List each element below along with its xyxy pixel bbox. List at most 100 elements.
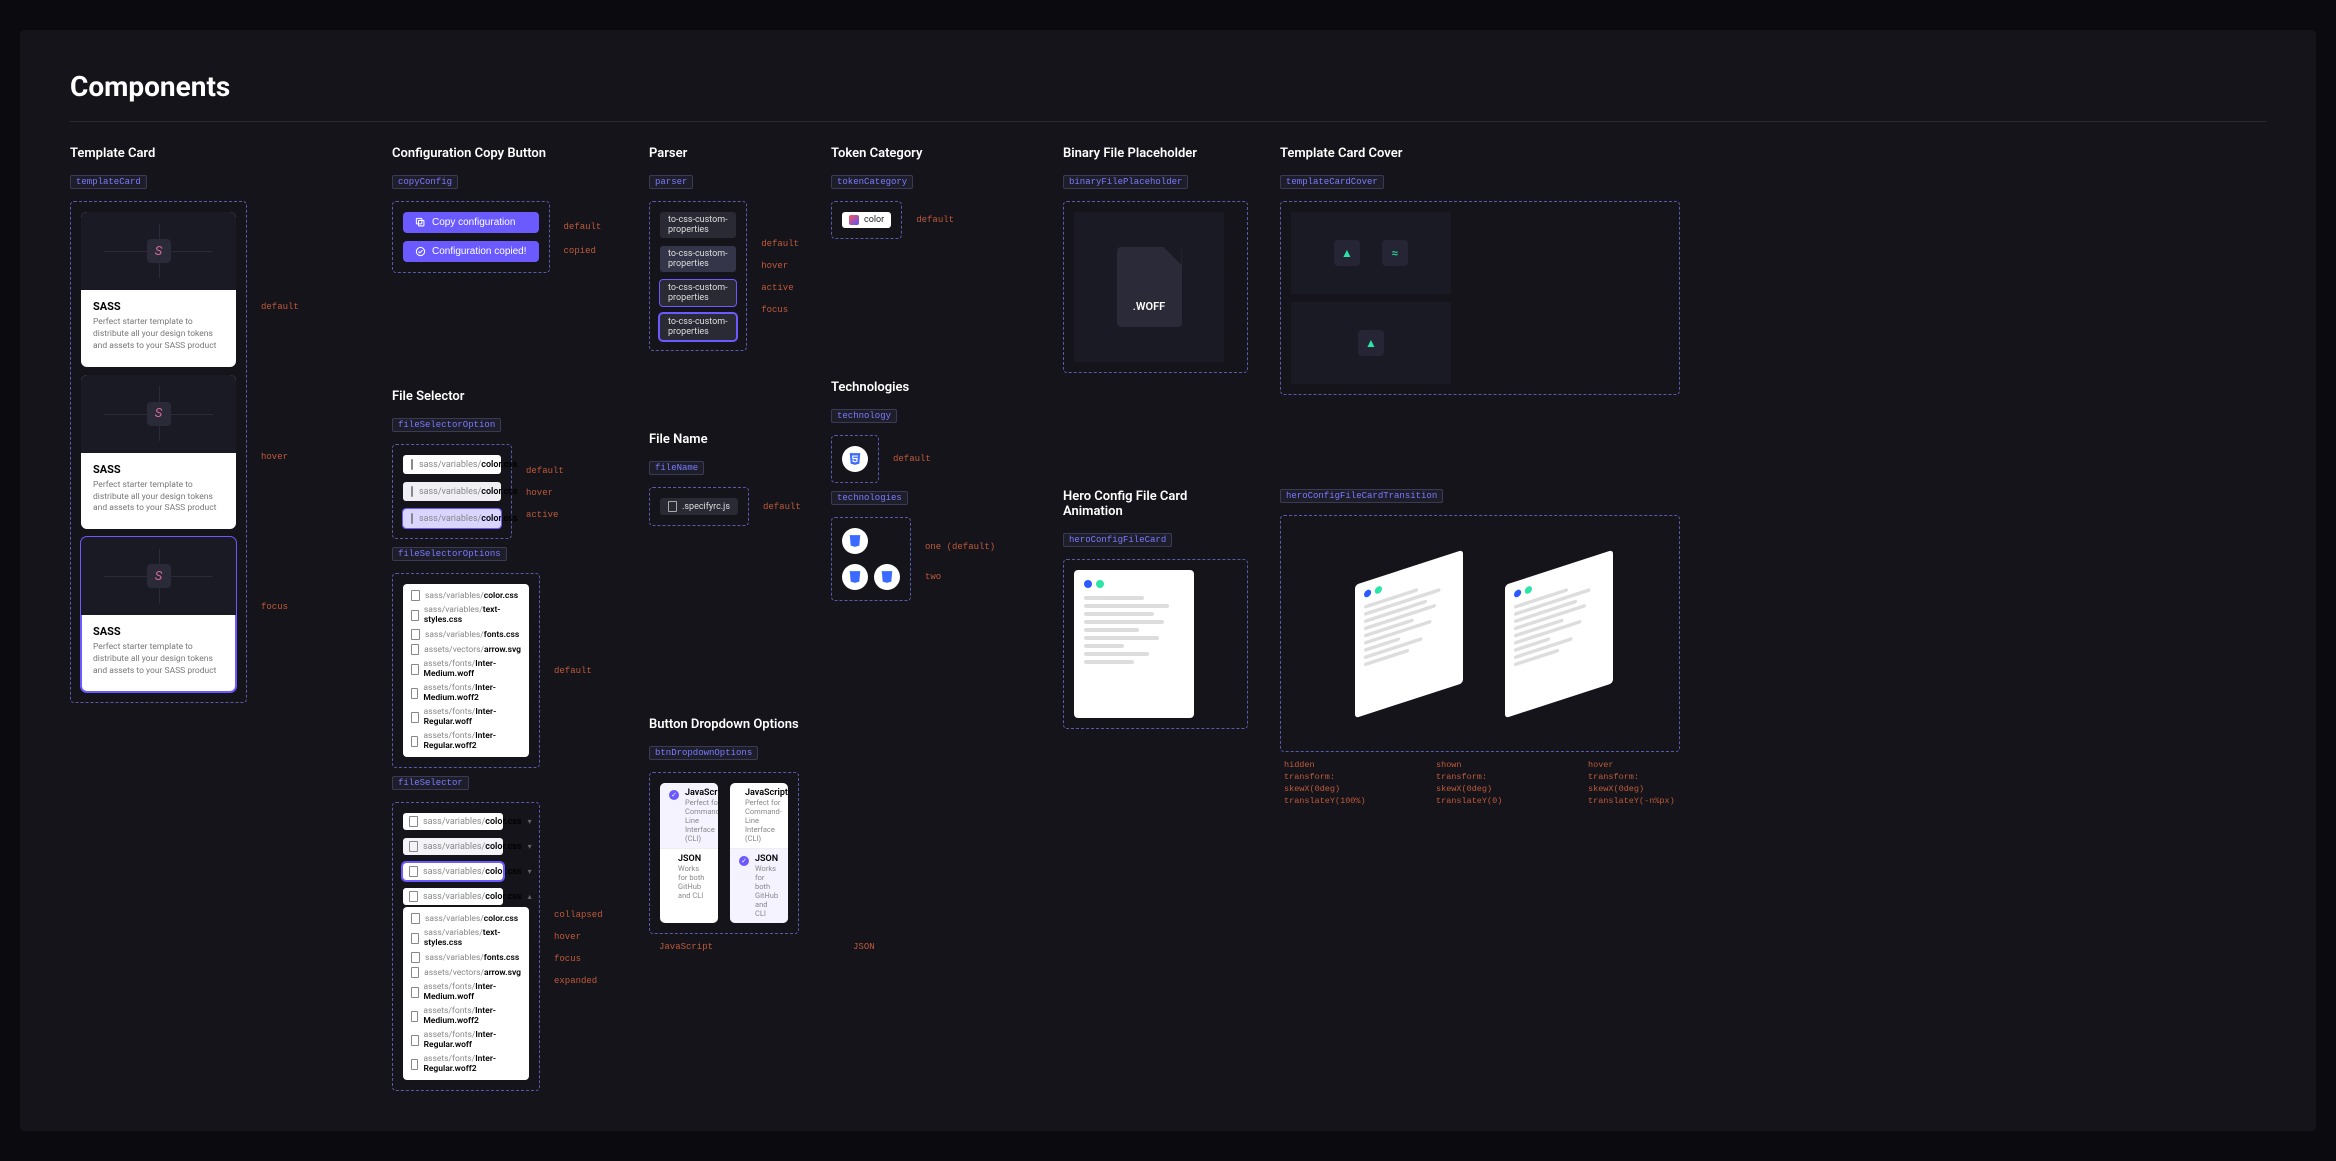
component-tag-fileSelectorOptions: fileSelectorOptions [392,547,507,561]
file-selector-options-list[interactable]: sass/variables/color.csssass/variables/t… [403,907,529,1080]
section-title-technologies: Technologies [831,380,1031,395]
button-label: Copy configuration [432,217,515,228]
page-title: Components [70,70,2266,103]
parser-chip-focus[interactable]: to-css-custom-properties [660,314,736,340]
component-tag-heroConfigFileCardTransition: heroConfigFileCardTransition [1280,489,1443,503]
technology-badge [842,528,868,554]
file-selector-options-list[interactable]: sass/variables/color.csssass/variables/t… [403,584,529,757]
file-list-item[interactable]: sass/variables/color.css [407,911,525,926]
file-icon [411,644,419,655]
parser-chip-active[interactable]: to-css-custom-properties [660,280,736,306]
template-card-default[interactable]: S SASS Perfect starter template to distr… [81,212,236,367]
state-label: copied [564,246,602,256]
template-card-desc: Perfect starter template to distribute a… [93,480,224,516]
file-list-item[interactable]: sass/variables/color.css [407,588,525,603]
file-icon [411,967,419,978]
sass-logo-icon: S [147,402,171,426]
transition-caption-hover: hover transform: skewX(0deg) translateY(… [1588,760,1680,808]
dropdown-option-javascript[interactable]: JavaScriptPerfect for Command-Line Inter… [730,783,788,849]
dot-icon [1364,588,1371,598]
file-list-item[interactable]: assets/fonts/Inter-Regular.woff [407,1028,525,1052]
state-label: default [916,215,954,225]
file-list-item[interactable]: assets/fonts/Inter-Regular.woff2 [407,1052,525,1076]
state-label: hover [554,932,603,942]
file-icon [411,1059,418,1070]
file-list-item[interactable]: assets/fonts/Inter-Regular.woff2 [407,729,525,753]
technologies-row-two [842,564,900,590]
copy-icon [415,217,426,228]
file-icon [411,933,419,944]
state-label: collapsed [554,910,603,920]
template-card-cover-one-tile: ▲ [1291,302,1451,384]
file-icon [411,688,418,699]
section-title-copy-config: Configuration Copy Button [392,146,617,161]
technology-badge [842,564,868,590]
dot-icon [1374,585,1381,595]
file-selector-focus[interactable]: sass/variables/color.css▾ [403,863,503,880]
dropdown-option-json[interactable]: ✓ JSONWorks for both GitHub and CLI [730,849,788,923]
css3-shield-icon [848,534,862,548]
file-extension-label: .WOFF [1133,300,1165,313]
section-title-file-name: File Name [649,432,799,447]
chevron-up-icon: ▴ [528,892,532,901]
hero-config-file-card-iso [1355,549,1463,717]
file-list-item[interactable]: assets/vectors/arrow.svg [407,642,525,657]
component-tag-parser: parser [649,175,693,189]
dropdown-option-javascript[interactable]: ✓ JavaScriptPerfect for Command-Line Int… [660,783,718,849]
btn-dropdown-js-selected[interactable]: ✓ JavaScriptPerfect for Command-Line Int… [660,783,718,923]
token-category-default[interactable]: color [842,212,891,228]
btn-dropdown-json-selected[interactable]: JavaScriptPerfect for Command-Line Inter… [730,783,788,923]
file-list-item[interactable]: sass/variables/text-styles.css [407,926,525,950]
file-list-item[interactable]: assets/fonts/Inter-Medium.woff2 [407,681,525,705]
component-tag-templateCard: templateCard [70,175,147,189]
state-label: one (default) [925,542,995,552]
tailwind-icon: ≈ [1382,240,1408,266]
section-title-binary-file: Binary File Placeholder [1063,146,1248,161]
vue-icon: ▲ [1358,330,1384,356]
copy-config-button-copied[interactable]: Configuration copied! [403,241,539,262]
file-list-item[interactable]: assets/fonts/Inter-Regular.woff [407,705,525,729]
section-title-btn-dropdown: Button Dropdown Options [649,717,799,732]
template-card-focus[interactable]: S SASS Perfect starter template to distr… [81,537,236,692]
hero-config-transition-preview [1291,526,1676,741]
file-list-item[interactable]: sass/variables/fonts.css [407,627,525,642]
file-list-item[interactable]: assets/fonts/Inter-Medium.woff [407,980,525,1004]
chevron-down-icon: ▾ [528,867,532,876]
template-card-title: SASS [93,625,224,638]
file-icon [409,816,418,827]
check-circle-icon [415,246,426,257]
sass-logo-icon: S [147,564,171,588]
template-card-desc: Perfect starter template to distribute a… [93,642,224,678]
file-selector-expanded[interactable]: sass/variables/color.css▴ [403,888,503,905]
file-icon [411,913,420,924]
template-card-hover[interactable]: S SASS Perfect starter template to distr… [81,375,236,530]
copy-config-button-default[interactable]: Copy configuration [403,212,539,233]
divider [70,121,2266,122]
file-selector-option-hover[interactable]: sass/variables/color.css [403,482,501,501]
check-icon: ✓ [669,790,679,800]
section-title-hero-config: Hero Config File Card Animation [1063,489,1248,519]
state-label: two [925,572,995,582]
state-label: hover [761,261,799,271]
file-list-item[interactable]: sass/variables/text-styles.css [407,603,525,627]
state-label: focus [261,602,299,612]
file-selector-option-default[interactable]: sass/variables/color.css [403,455,501,474]
component-tag-tokenCategory: tokenCategory [831,175,913,189]
parser-chip-default[interactable]: to-css-custom-properties [660,212,736,238]
dropdown-option-json[interactable]: JSONWorks for both GitHub and CLI [660,849,718,905]
section-title-template-card-cover: Template Card Cover [1280,146,1680,161]
file-icon [409,841,418,852]
file-selector-option-active[interactable]: sass/variables/color.css [403,509,501,528]
file-list-item[interactable]: assets/fonts/Inter-Medium.woff [407,657,525,681]
component-tag-copyConfig: copyConfig [392,175,458,189]
section-title-template-card: Template Card [70,146,360,161]
file-selector-hover[interactable]: sass/variables/color.css▾ [403,838,503,855]
file-list-item[interactable]: assets/fonts/Inter-Medium.woff2 [407,1004,525,1028]
parser-chip-hover[interactable]: to-css-custom-properties [660,246,736,272]
css3-shield-icon [848,452,862,466]
file-list-item[interactable]: assets/vectors/arrow.svg [407,965,525,980]
file-icon [411,736,418,747]
file-list-item[interactable]: sass/variables/fonts.css [407,950,525,965]
file-selector-collapsed[interactable]: sass/variables/color.css▾ [403,813,503,830]
template-card-cover: S [81,537,236,615]
